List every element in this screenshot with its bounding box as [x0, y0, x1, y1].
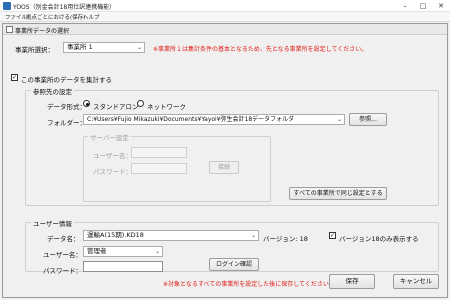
dialog-title: 事業所データの選択 [15, 28, 70, 35]
aggregate-checkbox[interactable]: ✓ [11, 74, 18, 81]
username-select[interactable]: 管理者 ⌄ [83, 246, 163, 257]
radio-network-label: ネットワーク [147, 103, 186, 111]
save-button[interactable]: 保存 [329, 274, 375, 289]
office-note: ※事業所１は集計条件の基本となるため、先となる事業所を設定してください。 [153, 46, 368, 53]
menu-file[interactable]: ファイル [5, 13, 27, 21]
menu-bar: ファイル 拠点ごとにおける(保存) ヘルプ [0, 12, 450, 22]
password-label: パスワード： [43, 267, 82, 275]
minimize-icon[interactable]: – [396, 0, 414, 12]
chevron-down-icon: ⌄ [154, 248, 160, 255]
show-v18-only-label: バージョン18のみ表示する [339, 235, 419, 243]
user-info-caption: ユーザー情報 [31, 218, 74, 228]
apply-all-offices-button[interactable]: すべての事業所で同じ設定とする [289, 187, 387, 200]
menu-help[interactable]: ヘルプ [83, 13, 100, 21]
username-label: ユーザー名： [43, 251, 82, 259]
version-text: バージョン: 18 [263, 235, 308, 243]
server-password-input[interactable] [131, 163, 187, 174]
menu-save[interactable]: 拠点ごとにおける(保存) [26, 13, 85, 21]
data-format-label: データ形式： [47, 103, 86, 111]
show-v18-only-checkbox[interactable]: ✓ [329, 232, 336, 239]
folder-value: C:¥Users¥Fujio Mikazuki¥Documents¥Yayoi¥… [87, 116, 295, 123]
maximize-icon[interactable]: □ [414, 0, 432, 12]
chevron-down-icon: ⌄ [136, 44, 142, 51]
radio-network[interactable] [137, 100, 144, 107]
footer-note: ※対象となるすべての事業所を設定した後に保存してください。 [163, 281, 335, 288]
app-icon [3, 2, 11, 10]
close-icon[interactable]: ✕ [432, 0, 450, 12]
server-settings-caption: サーバー設定 [88, 132, 131, 142]
browse-button[interactable]: 参照... [349, 113, 387, 126]
login-check-button[interactable]: ログイン確認 [209, 258, 259, 271]
password-input[interactable] [83, 261, 163, 272]
data-name-value: 運輸A(15期).KD18 [87, 231, 144, 239]
window-title: YOOS（別金会計18用仕訳連携機能） [13, 4, 116, 11]
server-username-input[interactable] [131, 147, 187, 158]
server-username-label: ユーザー名： [93, 152, 132, 160]
server-password-label: パスワード： [93, 168, 132, 176]
cancel-button[interactable]: キャンセル [393, 274, 439, 289]
data-name-select[interactable]: 運輸A(15期).KD18 ⌄ [83, 230, 259, 241]
folder-select[interactable]: C:¥Users¥Fujio Mikazuki¥Documents¥Yayoi¥… [83, 114, 345, 125]
office-select-value: 事業所 1 [67, 43, 93, 51]
username-value: 管理者 [87, 247, 107, 255]
dialog-icon [6, 26, 13, 33]
window-titlebar: YOOS（別金会計18用仕訳連携機能） – □ ✕ [0, 0, 450, 12]
chevron-down-icon: ⌄ [336, 116, 342, 123]
office-select-label: 事業所選択： [15, 46, 54, 54]
office-select[interactable]: 事業所 1 ⌄ [63, 42, 145, 53]
aggregate-checkbox-label: この事業所のデータを集計する [21, 76, 112, 84]
reference-settings-caption: 参照先の設定 [31, 86, 74, 96]
data-name-label: データ名： [47, 235, 80, 243]
radio-standalone[interactable] [83, 100, 90, 107]
office-data-dialog: 事業所データの選択 事業所選択： 事業所 1 ⌄ ※事業所１は集計条件の基本とな… [2, 23, 448, 298]
dialog-titlebar: 事業所データの選択 [3, 24, 447, 35]
folder-label: フォルダー： [47, 119, 86, 127]
connect-button[interactable]: 接続 [209, 161, 239, 174]
chevron-down-icon: ⌄ [250, 232, 256, 239]
radio-standalone-label: スタンドアロン [93, 103, 139, 111]
